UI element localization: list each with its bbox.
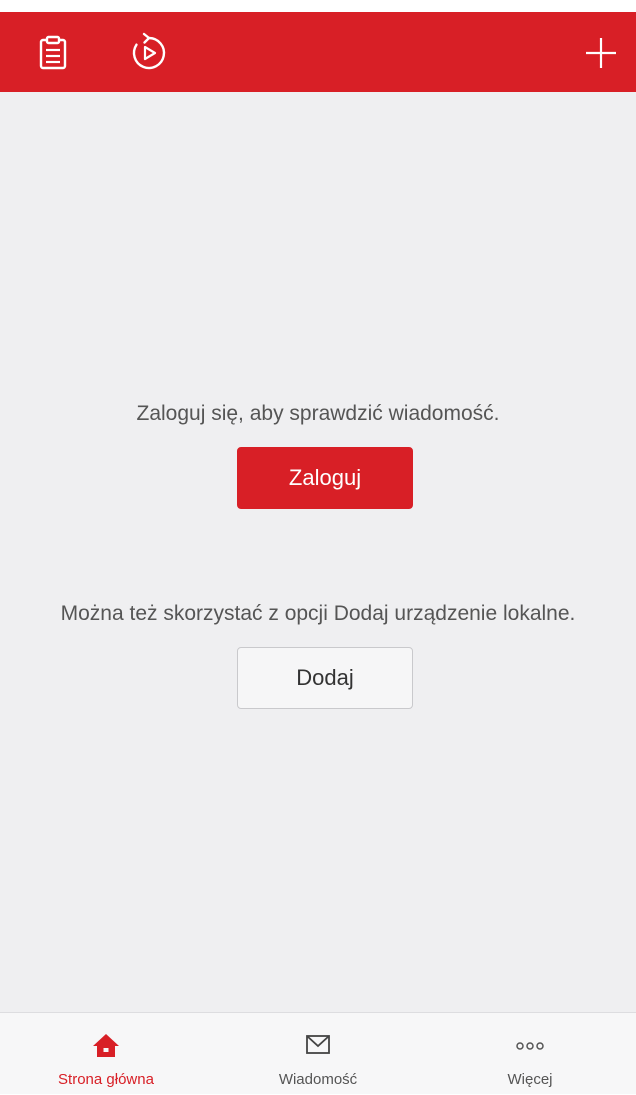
nav-item-more[interactable]: Więcej [424, 1013, 636, 1095]
nav-label-more: Więcej [507, 1071, 553, 1088]
add-local-device-message: Można też skorzystać z opcji Dodaj urząd… [60, 602, 576, 625]
login-message: Zaloguj się, aby sprawdzić wiadomość. [136, 402, 500, 425]
playback-icon[interactable] [128, 32, 170, 74]
login-button[interactable]: Zaloguj [237, 447, 413, 509]
plus-icon[interactable] [584, 36, 618, 70]
home-icon [93, 1034, 119, 1057]
envelope-icon [306, 1035, 330, 1054]
nav-label-home: Strona główna [58, 1071, 154, 1088]
main-content: Zaloguj się, aby sprawdzić wiadomość. Za… [0, 92, 636, 1012]
nav-label-messages: Wiadomość [278, 1071, 358, 1088]
top-bar [0, 12, 636, 92]
clipboard-icon[interactable] [34, 34, 72, 72]
bottom-nav: Strona główna Wiadomość Więcej [0, 1012, 636, 1094]
add-button[interactable]: Dodaj [237, 647, 413, 709]
nav-item-home[interactable]: Strona główna [0, 1013, 212, 1095]
more-icon [516, 1042, 544, 1050]
nav-item-messages[interactable]: Wiadomość [212, 1013, 424, 1095]
